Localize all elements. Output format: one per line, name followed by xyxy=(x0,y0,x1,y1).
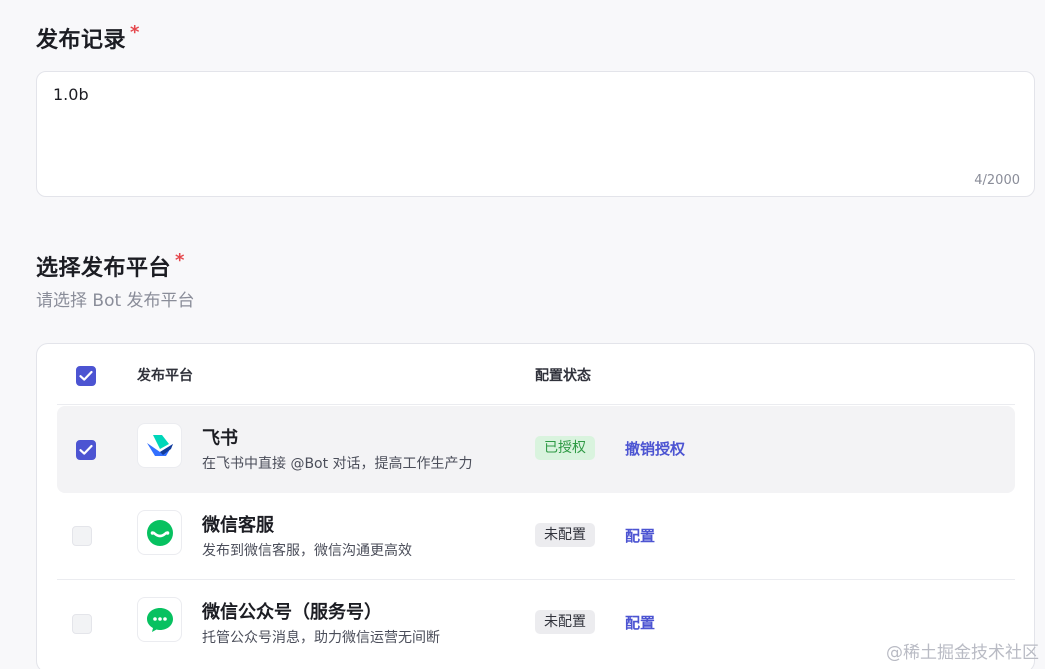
check-icon xyxy=(79,370,93,381)
configure-link[interactable]: 配置 xyxy=(625,612,655,633)
release-record-title: 发布记录 * xyxy=(36,22,140,54)
column-header-platform: 发布平台 xyxy=(137,368,193,384)
check-icon xyxy=(79,444,93,455)
platform-row-wechat-service[interactable]: 微信客服 发布到微信客服，微信沟通更高效 未配置 配置 xyxy=(57,493,1015,580)
wechat-customer-service-logo-icon xyxy=(137,510,182,555)
status-badge: 未配置 xyxy=(535,523,595,547)
column-header-status: 配置状态 xyxy=(535,368,591,384)
platform-select-title: 选择发布平台 * xyxy=(36,250,185,282)
row-checkbox-wechat-service[interactable] xyxy=(72,526,92,546)
platform-name: 微信公众号（服务号） xyxy=(202,602,382,623)
platform-name: 微信客服 xyxy=(202,515,274,536)
platform-description: 在飞书中直接 @Bot 对话，提高工作生产力 xyxy=(202,456,473,472)
platform-description: 托管公众号消息，助力微信运营无间断 xyxy=(202,630,440,646)
release-record-textarea[interactable]: 1.0b 4/2000 xyxy=(36,71,1035,197)
row-checkbox-wechat-official[interactable] xyxy=(72,614,92,634)
release-record-value: 1.0b xyxy=(53,85,89,104)
status-badge: 未配置 xyxy=(535,610,595,634)
status-badge: 已授权 xyxy=(535,436,595,460)
configure-link[interactable]: 配置 xyxy=(625,525,655,546)
platform-name: 飞书 xyxy=(202,428,238,449)
wechat-official-account-logo-icon xyxy=(137,597,182,642)
revoke-authorization-link[interactable]: 撤销授权 xyxy=(625,438,685,459)
table-header: 发布平台 配置状态 xyxy=(57,344,1015,405)
platform-select-subtitle: 请选择 Bot 发布平台 xyxy=(36,291,195,311)
platform-description: 发布到微信客服，微信沟通更高效 xyxy=(202,543,412,559)
required-mark: * xyxy=(175,250,185,271)
release-record-title-text: 发布记录 xyxy=(36,28,127,53)
row-checkbox-feishu[interactable] xyxy=(76,440,96,460)
platform-select-title-text: 选择发布平台 xyxy=(36,256,172,281)
feishu-logo-icon xyxy=(137,423,182,468)
character-counter: 4/2000 xyxy=(974,173,1020,188)
platform-row-wechat-official[interactable]: 微信公众号（服务号） 托管公众号消息，助力微信运营无间断 未配置 配置 xyxy=(57,579,1015,666)
required-mark: * xyxy=(130,22,140,43)
platform-row-feishu[interactable]: 飞书 在飞书中直接 @Bot 对话，提高工作生产力 已授权 撤销授权 xyxy=(57,406,1015,493)
watermark: @稀土掘金技术社区 xyxy=(886,643,1039,663)
platform-table: 发布平台 配置状态 飞书 在飞书中直接 @Bot 对话，提高工作生产力 已授权 … xyxy=(36,343,1035,669)
select-all-checkbox[interactable] xyxy=(76,366,96,386)
